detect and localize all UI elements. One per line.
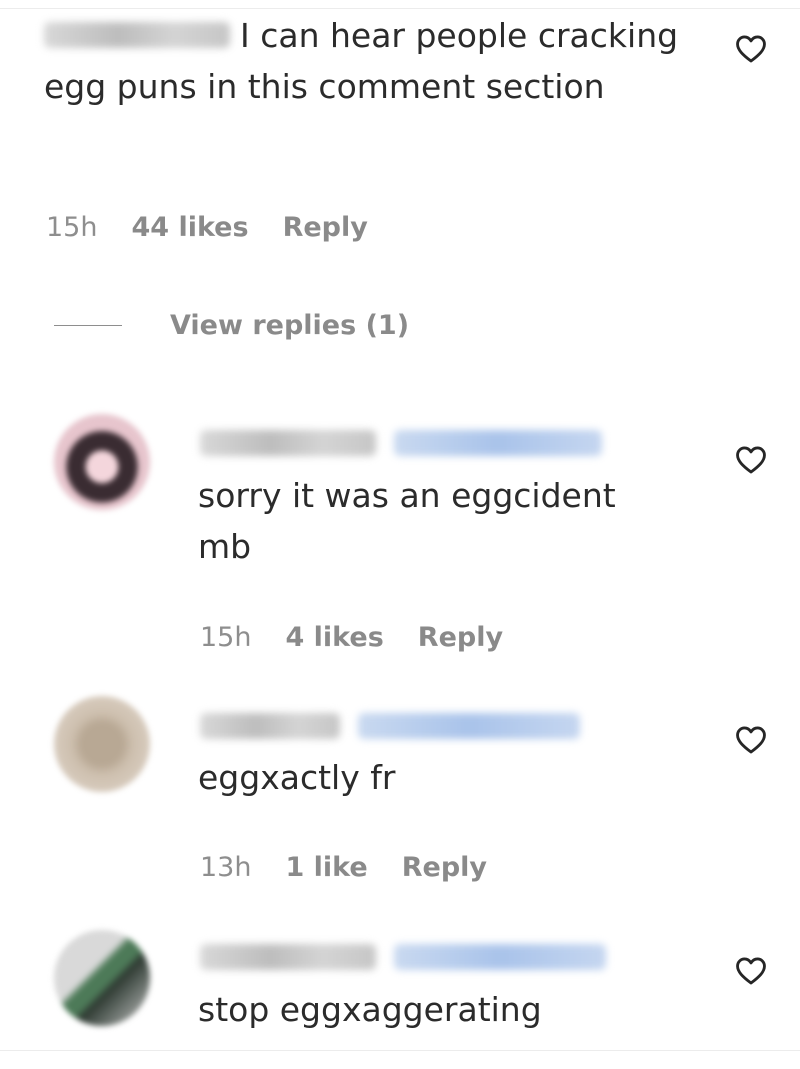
likes-count[interactable]: 44 likes [131, 212, 248, 243]
view-replies-button[interactable]: View replies (1) [54, 310, 409, 341]
blurred-mention[interactable] [394, 944, 606, 970]
heart-icon[interactable] [734, 954, 768, 988]
avatar[interactable] [54, 696, 150, 792]
main-comment: I can hear people cracking egg puns in t… [44, 10, 684, 112]
heart-icon[interactable] [734, 723, 768, 757]
reply-header [200, 430, 602, 456]
reply-button[interactable]: Reply [418, 622, 503, 653]
blurred-mention[interactable] [358, 713, 580, 739]
view-replies-label: View replies (1) [170, 310, 410, 341]
comment-time: 13h [200, 852, 252, 883]
blurred-mention[interactable] [394, 430, 602, 456]
reply-meta: 15h 4 likes Reply [200, 622, 503, 653]
avatar[interactable] [54, 930, 150, 1026]
view-replies-line [54, 325, 122, 326]
reply-button[interactable]: Reply [402, 852, 487, 883]
blurred-username[interactable] [200, 430, 376, 456]
reply-text: stop eggxaggerating [198, 990, 542, 1029]
avatar[interactable] [54, 414, 150, 510]
reply-meta: 13h 1 like Reply [200, 852, 487, 883]
reply-button[interactable]: Reply [283, 212, 368, 243]
likes-count[interactable]: 4 likes [285, 622, 383, 653]
comment-time: 15h [46, 212, 98, 243]
heart-icon[interactable] [734, 32, 768, 66]
reply-header [200, 713, 580, 739]
blurred-username[interactable] [200, 713, 340, 739]
bottom-divider [0, 1050, 800, 1051]
main-comment-meta: 15h 44 likes Reply [46, 212, 368, 243]
blurred-username[interactable] [200, 944, 376, 970]
blurred-username[interactable] [44, 21, 230, 48]
comment-time: 15h [200, 622, 252, 653]
heart-icon[interactable] [734, 443, 768, 477]
reply-text: eggxactly fr [198, 758, 396, 797]
reply-header [200, 944, 606, 970]
likes-count[interactable]: 1 like [285, 852, 367, 883]
reply-text: sorry it was an eggcident mb [198, 476, 616, 566]
top-divider [0, 8, 800, 9]
